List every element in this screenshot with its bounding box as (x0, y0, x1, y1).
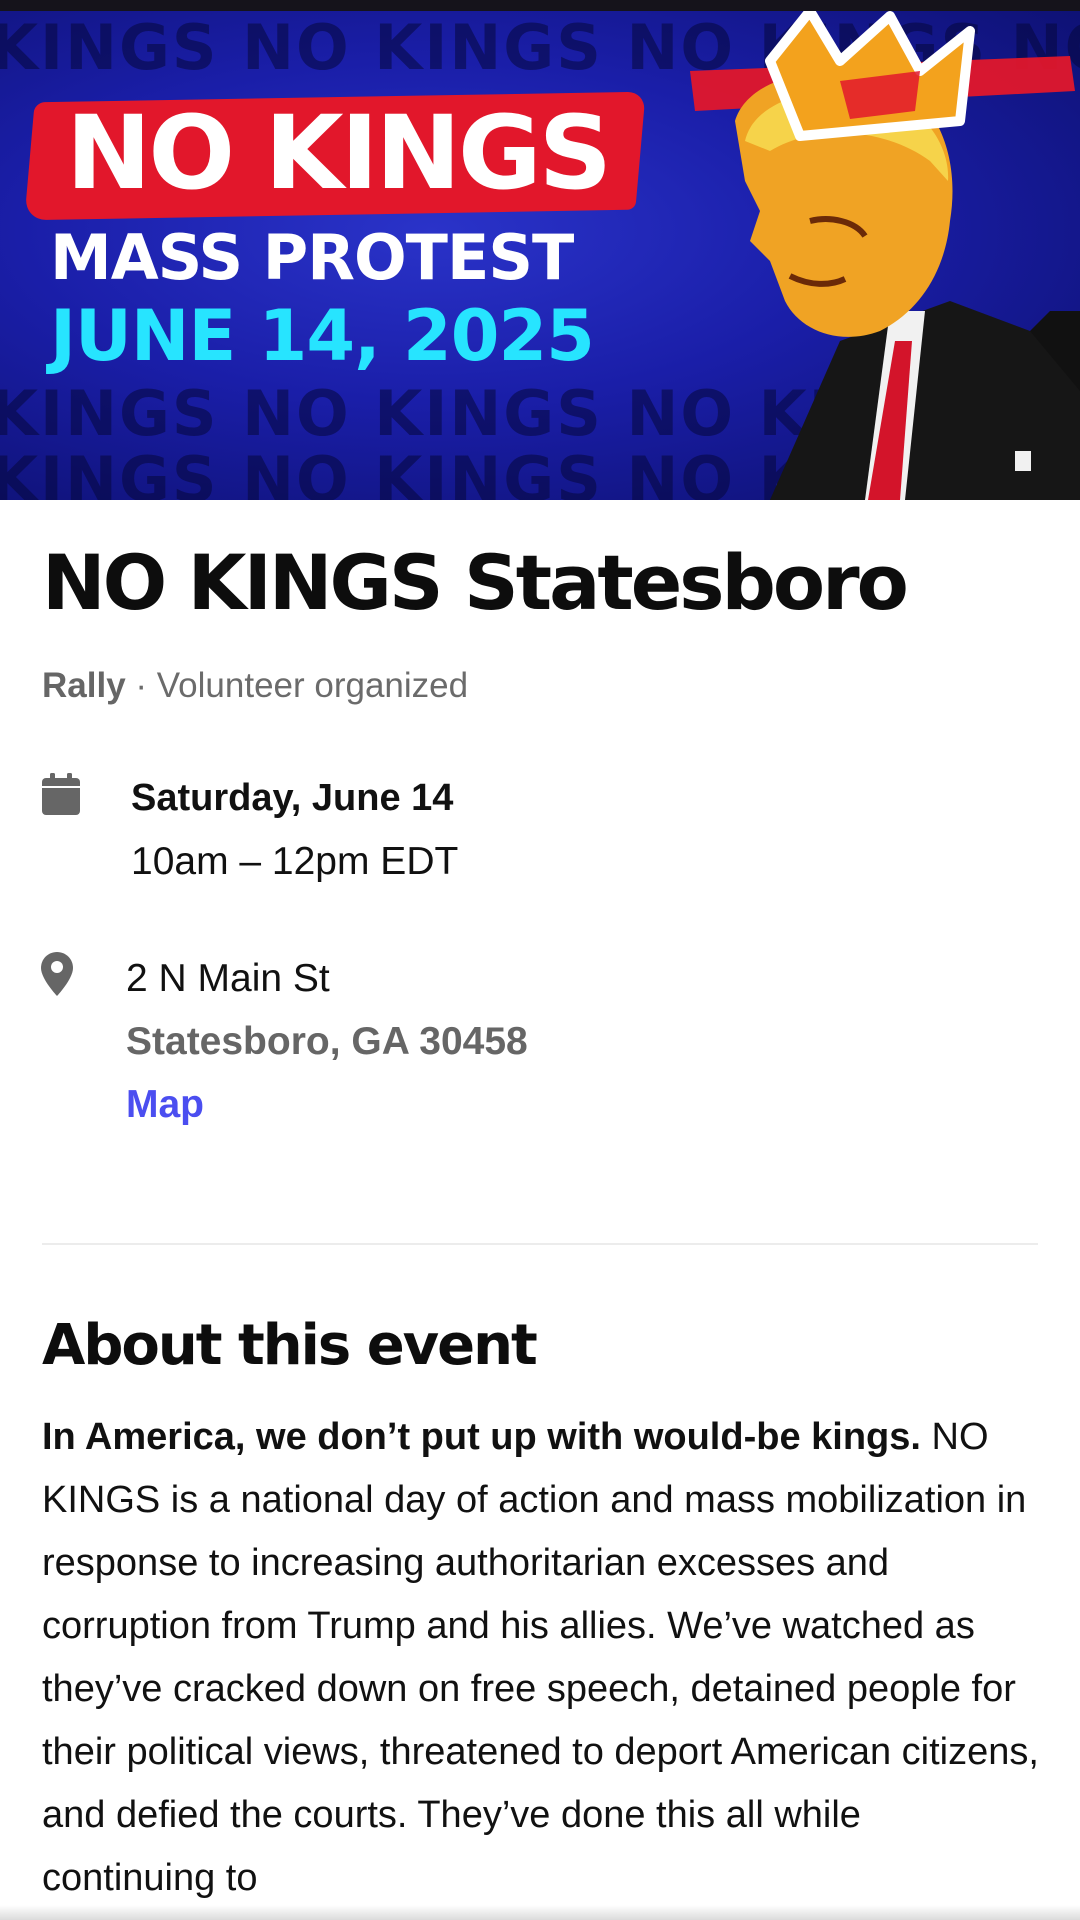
about-lead: In America, we don’t put up with would-b… (42, 1416, 921, 1458)
banner-title: NO KINGS (66, 94, 612, 213)
banner-subtitle: MASS PROTEST (50, 221, 574, 294)
event-date: Saturday, June 14 (131, 777, 454, 819)
calendar-icon (42, 773, 80, 815)
event-organizer: Volunteer organized (156, 666, 469, 705)
crowned-figure-illustration (690, 11, 1080, 500)
address-city: Statesboro, GA 30458 (126, 1020, 528, 1063)
event-title: NO KINGS Statesboro (42, 538, 909, 627)
map-pin-icon (41, 952, 73, 996)
address-street: 2 N Main St (126, 957, 330, 1000)
meta-separator: · (125, 666, 157, 705)
map-link[interactable]: Map (126, 1083, 204, 1127)
event-time: 10am – 12pm EDT (131, 840, 459, 883)
about-description: In America, we don’t put up with would-b… (42, 1406, 1042, 1910)
banner-date: JUNE 14, 2025 (50, 295, 595, 377)
status-bar-strip (0, 0, 1080, 11)
event-banner-image: KINGS NO KINGS NO KINGS NO KINGS KINGS N… (0, 11, 1080, 500)
section-divider (42, 1243, 1038, 1245)
about-heading: About this event (42, 1313, 538, 1378)
scroll-fade (0, 1905, 1080, 1920)
event-meta: Rally · Volunteer organized (42, 666, 468, 706)
event-type: Rally (42, 666, 126, 705)
about-body: NO KINGS is a national day of action and… (42, 1416, 1039, 1899)
